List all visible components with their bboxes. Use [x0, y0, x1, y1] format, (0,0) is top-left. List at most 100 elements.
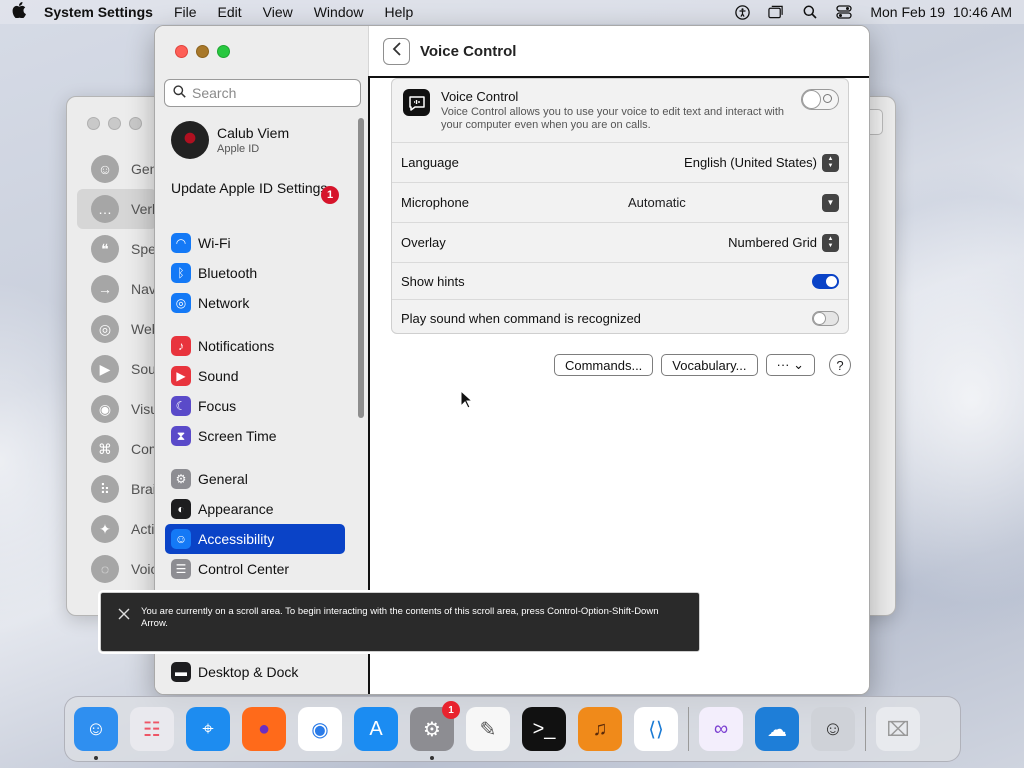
dock-weather[interactable]: ☁	[755, 707, 799, 751]
setting-value[interactable]: Automatic	[628, 195, 686, 210]
close-icon[interactable]	[117, 607, 133, 623]
background-list-item[interactable]: … Verb	[77, 189, 160, 229]
setting-label: Microphone	[401, 195, 469, 210]
sidebar-item-accessibility[interactable]: ☺ Accessibility	[165, 524, 345, 554]
apple-menu-icon[interactable]	[12, 1, 32, 23]
sidebar-item-label: Sound	[198, 368, 239, 384]
commands-button[interactable]: Commands...	[553, 354, 654, 376]
accessibility-icon: ☺	[171, 529, 191, 549]
background-list-item[interactable]: ⌘ Com	[77, 429, 161, 469]
gear-icon: ⚙	[171, 469, 191, 489]
play-sound-when-command-is-recognized-toggle[interactable]	[812, 311, 839, 326]
background-list-label: Acti	[131, 521, 155, 537]
sidebar-item-bluetooth[interactable]: ᛒ Bluetooth	[165, 258, 345, 288]
back-button[interactable]	[383, 37, 410, 65]
dock-firefox[interactable]: ●	[242, 707, 286, 751]
voiceover-caption-panel: You are currently on a scroll area. To b…	[98, 590, 702, 654]
menu-view[interactable]: View	[263, 4, 293, 20]
dock-system-settings[interactable]: ⚙ 1	[410, 701, 460, 760]
garageband-icon: ♫	[592, 717, 608, 740]
menu-window[interactable]: Window	[314, 4, 364, 20]
background-list-item[interactable]: ❝ Spe	[77, 229, 157, 269]
setting-label: Show hints	[401, 273, 465, 289]
dock-badge: 1	[442, 701, 460, 719]
dock-safari[interactable]: ⌖	[186, 707, 230, 751]
dock-trash[interactable]: ⌧	[876, 707, 920, 751]
window-status-icon[interactable]	[768, 5, 784, 19]
language-popup-button[interactable]: English (United States) ▲ ▼	[684, 153, 839, 172]
wifi-icon: ◠	[171, 233, 191, 253]
dock-accessibility-inspector[interactable]: ☺	[811, 707, 855, 751]
sidebar-scrollbar[interactable]	[358, 118, 364, 418]
dock-chrome[interactable]: ◉	[298, 707, 342, 751]
background-list-item[interactable]: ✦ Acti	[77, 509, 157, 549]
background-list-item[interactable]: ◎ Web	[77, 309, 160, 349]
dock-terminal[interactable]: >_	[522, 707, 566, 751]
sidebar-item-label: Bluetooth	[198, 265, 258, 281]
up-down-chevron-icon: ▲ ▼	[822, 233, 839, 252]
control-center-icon[interactable]	[836, 5, 853, 19]
spotlight-search-icon[interactable]	[802, 5, 818, 19]
dock-garageband[interactable]: ♫	[578, 707, 622, 751]
accessibility-inspector-icon: ☺	[822, 717, 844, 740]
voice-control-toggle[interactable]	[801, 89, 839, 110]
setting-label: Play sound when command is recognized	[401, 311, 641, 326]
sidebar-item-label: Focus	[198, 398, 237, 414]
dock-textedit[interactable]: ✎	[466, 707, 510, 751]
apple-id-account[interactable]: Calub Viem Apple ID	[171, 121, 289, 159]
background-list-item[interactable]: → Nav	[77, 269, 157, 309]
voice-control-settings-group[interactable]: Voice Control Voice Control allows you t…	[391, 78, 849, 334]
dock-visual-studio[interactable]: ∞	[699, 707, 743, 751]
menu-app-name[interactable]: System Settings	[44, 4, 153, 20]
background-list-item[interactable]: ◌ Voic	[77, 549, 157, 589]
sidebar-item-sound[interactable]: ▶ Sound	[165, 361, 345, 391]
sidebar-item-network[interactable]: ◎ Network	[165, 288, 345, 318]
dock-separator	[688, 707, 689, 751]
sidebar-item-desktop-dock[interactable]: ▬ Desktop & Dock	[165, 657, 345, 687]
chevron-down-icon[interactable]: ▼	[822, 193, 839, 212]
background-list-item[interactable]: ▶ Sou	[77, 349, 157, 389]
dock-separator	[865, 707, 866, 751]
background-window-traffic-lights	[87, 117, 142, 130]
sidebar-item-control-center[interactable]: ☰ Control Center	[165, 554, 345, 584]
arrow-right-icon: →	[91, 275, 119, 303]
sidebar-item-focus[interactable]: ☾ Focus	[165, 391, 345, 421]
menu-file[interactable]: File	[174, 4, 197, 20]
menubar-clock[interactable]: Mon Feb 19 10:46 AM	[870, 4, 1012, 20]
background-list-item[interactable]: ☺ Gen	[77, 149, 157, 189]
more-options-button[interactable]: ··· ⌄	[765, 354, 815, 376]
mouse-pointer-icon	[460, 390, 474, 409]
background-list-item[interactable]: ◉ Visu	[77, 389, 158, 429]
textedit-icon: ✎	[479, 718, 497, 741]
sidebar-item-appearance[interactable]: ◐ Appearance	[165, 494, 345, 524]
dock-vs-code[interactable]: ⟨⟩	[634, 707, 678, 751]
zoom-window-button[interactable]	[217, 45, 230, 58]
sidebar-item-label: Network	[198, 295, 250, 311]
sidebar-item-screen-time[interactable]: ⧗ Screen Time	[165, 421, 345, 451]
minimize-window-button[interactable]	[196, 45, 209, 58]
vocabulary-button[interactable]: Vocabulary...	[661, 354, 758, 376]
search-field[interactable]	[164, 79, 361, 107]
dock-launchpad[interactable]: ☷	[130, 707, 174, 751]
dock-finder[interactable]: ☺	[74, 707, 118, 760]
sidebar-item-wi-fi[interactable]: ◠ Wi-Fi	[165, 228, 345, 258]
sidebar-item-label: Screen Time	[198, 428, 277, 444]
background-window-list: ☺ Gen… Verb ❝ Spe → Nav ◎ Web ▶ Sou ◉ Visu ⌘ Com ⠷ Brai ✦…	[77, 149, 161, 589]
sidebar-item-general[interactable]: ⚙ General	[165, 464, 345, 494]
search-input[interactable]	[192, 85, 352, 101]
overlay-popup-button[interactable]: Numbered Grid ▲ ▼	[728, 233, 839, 252]
background-list-item[interactable]: ⠷ Brai	[77, 469, 157, 509]
trash-icon: ⌧	[886, 718, 910, 741]
dock-app-store[interactable]: A	[354, 707, 398, 751]
sidebar-item-label: Wi-Fi	[198, 235, 231, 251]
sidebar-item-notifications[interactable]: ♪ Notifications	[165, 331, 345, 361]
bluetooth-icon: ᛒ	[171, 263, 191, 283]
show-hints-toggle[interactable]	[812, 273, 839, 289]
help-button[interactable]: ?	[829, 354, 851, 376]
appearance-icon: ◐	[171, 499, 191, 519]
menu-edit[interactable]: Edit	[218, 4, 242, 20]
weather-icon: ☁	[767, 718, 787, 741]
close-window-button[interactable]	[175, 45, 188, 58]
accessibility-status-icon[interactable]	[734, 4, 750, 20]
menu-help[interactable]: Help	[385, 4, 414, 20]
